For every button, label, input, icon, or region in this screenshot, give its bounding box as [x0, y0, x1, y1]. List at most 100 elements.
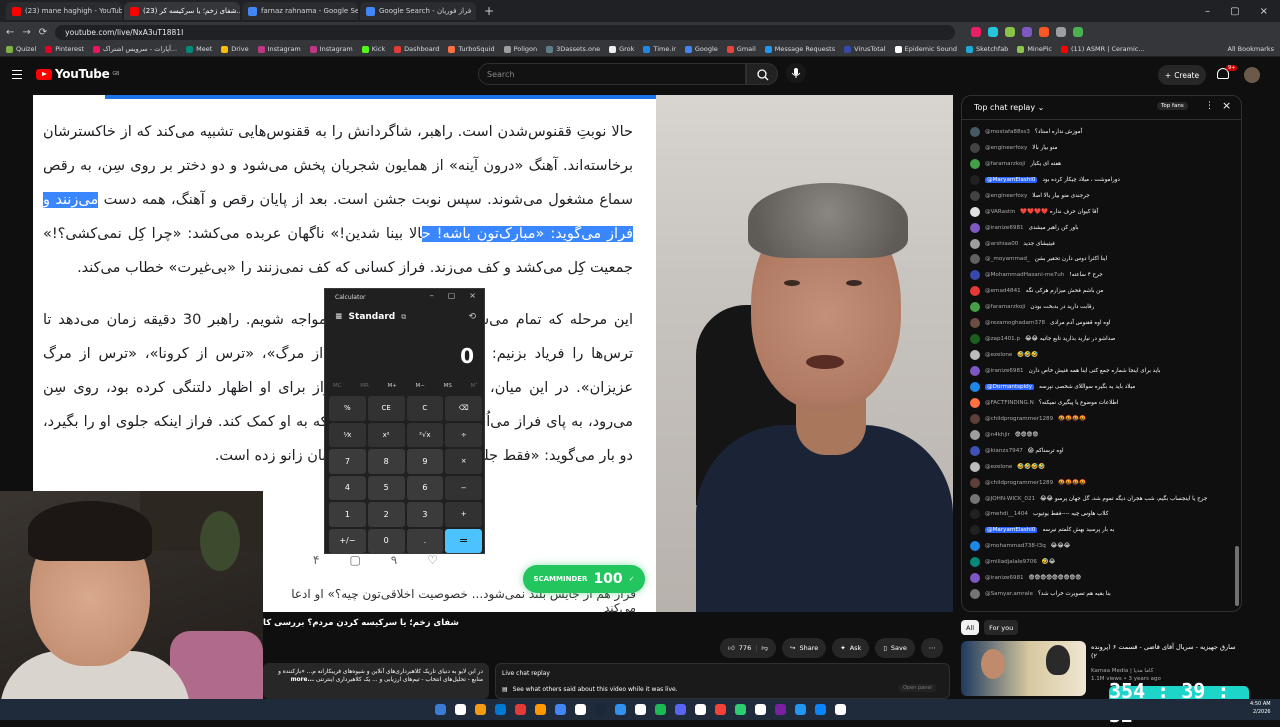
calculator-key[interactable]: CE: [367, 396, 405, 421]
chat-author[interactable]: @_moyammad_: [985, 256, 1030, 262]
keep-on-top-icon[interactable]: ⧉: [401, 313, 406, 322]
calculator-key[interactable]: 0: [367, 528, 405, 553]
chat-author[interactable]: @childprogrammer1289: [985, 480, 1053, 486]
chat-author[interactable]: @milladjalale9706: [985, 559, 1037, 565]
bookmark-item[interactable]: Dashboard: [394, 45, 439, 53]
chat-author[interactable]: @FACTFINDING.N: [985, 400, 1034, 406]
history-icon[interactable]: ⟲: [468, 312, 476, 322]
extension-icon[interactable]: [1039, 27, 1050, 37]
browser-tab[interactable]: Google Search - فراز فوریان×: [360, 2, 476, 20]
taskbar-app-icon[interactable]: [634, 704, 646, 715]
bookmark-item[interactable]: 3Dassets.one: [546, 45, 600, 53]
extension-icon[interactable]: [971, 27, 982, 37]
tab-close-icon[interactable]: ×: [475, 7, 476, 16]
chat-author[interactable]: @JOHN-WICK_021: [985, 496, 1035, 502]
memory-button[interactable]: M˅: [471, 383, 479, 389]
chat-author[interactable]: @Dormantspidy: [985, 383, 1035, 390]
calculator-key[interactable]: 8: [367, 449, 405, 474]
chat-author[interactable]: @faramarzkoji: [985, 161, 1025, 167]
bookmark-item[interactable]: Instagram: [257, 45, 301, 53]
more-actions-button[interactable]: ⋯: [920, 638, 944, 658]
open-panel-button[interactable]: Open panel: [898, 684, 937, 692]
description-box[interactable]: در این لایو به دنیای تاریک کلاهبرداری‌ها…: [263, 663, 489, 699]
calculator-key[interactable]: %: [329, 396, 366, 421]
taskbar-app-icon[interactable]: [774, 704, 786, 715]
browser-tab[interactable]: farnaz rahnama - Google Search×: [242, 2, 358, 20]
chat-author[interactable]: @zap1401.p: [985, 336, 1020, 342]
chat-author[interactable]: @iranize6981: [985, 575, 1024, 581]
video-thumbnail[interactable]: [961, 641, 1086, 696]
taskbar-app-icon[interactable]: [734, 704, 746, 715]
taskbar-app-icon[interactable]: [594, 704, 606, 715]
taskbar-app-icon[interactable]: [654, 704, 666, 715]
new-tab-icon[interactable]: +: [478, 4, 500, 18]
filter-chip[interactable]: All: [961, 620, 980, 635]
bookmark-item[interactable]: آپارات - سرویس اشتراک...: [92, 45, 177, 53]
extension-icon[interactable]: [1022, 27, 1033, 37]
taskbar-app-icon[interactable]: [834, 704, 846, 715]
calculator-key[interactable]: ×: [445, 449, 482, 474]
chat-author[interactable]: @engineerfoxy: [985, 145, 1027, 151]
minimize-icon[interactable]: –: [1205, 6, 1210, 17]
taskbar-app-icon[interactable]: [794, 704, 806, 715]
forward-arrow-icon[interactable]: →: [22, 27, 30, 38]
chat-author[interactable]: @VARastin: [985, 209, 1015, 215]
extension-icon[interactable]: [1056, 27, 1067, 37]
taskbar-app-icon[interactable]: [474, 704, 486, 715]
taskbar-app-icon[interactable]: [514, 704, 526, 715]
bookmark-item[interactable]: TurboSquid: [448, 45, 495, 53]
bookmark-item[interactable]: Google: [684, 45, 718, 53]
taskbar-app-icon[interactable]: [694, 704, 706, 715]
bookmark-item[interactable]: Quizel: [6, 45, 36, 53]
bookmark-item[interactable]: (11) ASMR | Ceramic...: [1061, 45, 1145, 53]
search-input[interactable]: Search: [478, 63, 746, 85]
ask-button[interactable]: ✦ Ask: [832, 638, 870, 658]
all-bookmarks-button[interactable]: All Bookmarks: [1228, 45, 1274, 53]
chat-author[interactable]: @mostafa88ss3: [985, 129, 1030, 135]
maximize-icon[interactable]: ▢: [1230, 6, 1239, 17]
chat-author[interactable]: @ezelone: [985, 352, 1012, 358]
calculator-window[interactable]: Calculator – ▢ × ≡ Standard ⧉ ⟲ 0 MC MR M+…: [324, 288, 485, 554]
taskbar-app-icon[interactable]: [534, 704, 546, 715]
taskbar-app-icon[interactable]: [754, 704, 766, 715]
chat-author[interactable]: @MohammadHasani-me7uh: [985, 272, 1064, 278]
bookmark-item[interactable]: Sketchfab: [966, 45, 1008, 53]
browser-tab[interactable]: (23) شفای زخم؛ یا سرکیسه کر...×: [124, 2, 240, 20]
chat-author[interactable]: @Samyar.amrale: [985, 591, 1033, 597]
chat-scrollbar[interactable]: [1235, 126, 1239, 606]
chat-author[interactable]: @iranize6981: [985, 225, 1024, 231]
calculator-key[interactable]: ²√x: [406, 422, 444, 447]
chat-author[interactable]: @faramarzkoji: [985, 304, 1025, 310]
taskbar-app-icon[interactable]: [674, 704, 686, 715]
calculator-key[interactable]: C: [406, 396, 444, 421]
taskbar-app-icon[interactable]: [454, 704, 466, 715]
account-avatar[interactable]: [1244, 67, 1260, 83]
chat-author[interactable]: @emad4841: [985, 288, 1021, 294]
windows-start-icon[interactable]: [434, 704, 446, 715]
calculator-key[interactable]: 9: [406, 449, 444, 474]
bookmark-item[interactable]: Message Requests: [764, 45, 835, 53]
maximize-icon[interactable]: ▢: [448, 291, 456, 300]
memory-button[interactable]: MS: [444, 383, 452, 389]
bookmark-item[interactable]: Gmail: [726, 45, 756, 53]
close-icon[interactable]: ×: [1260, 6, 1268, 17]
close-icon[interactable]: ×: [469, 291, 476, 300]
chat-author[interactable]: @ezelone: [985, 464, 1012, 470]
calculator-key[interactable]: −: [445, 475, 482, 500]
filter-chip[interactable]: For you: [984, 620, 1019, 635]
calculator-key[interactable]: 6: [406, 475, 444, 500]
chat-author[interactable]: @mehdi__1404: [985, 511, 1028, 517]
chat-author[interactable]: @mohammad738-I3q: [985, 543, 1046, 549]
memory-button[interactable]: MR: [360, 383, 369, 389]
close-chat-icon[interactable]: ×: [1222, 99, 1231, 112]
url-field[interactable]: youtube.com/live/NxA3uT1881I: [55, 24, 956, 40]
voice-search-button[interactable]: [786, 63, 806, 83]
youtube-logo[interactable]: YouTube GB: [36, 67, 119, 81]
calculator-key[interactable]: 4: [329, 475, 366, 500]
calculator-key[interactable]: .: [406, 528, 444, 553]
create-button[interactable]: + Create: [1158, 65, 1206, 85]
chat-author[interactable]: @childprogrammer1289: [985, 416, 1053, 422]
back-arrow-icon[interactable]: ←: [6, 27, 14, 38]
bookmark-item[interactable]: Grok: [609, 45, 634, 53]
memory-button[interactable]: MC: [333, 383, 342, 389]
